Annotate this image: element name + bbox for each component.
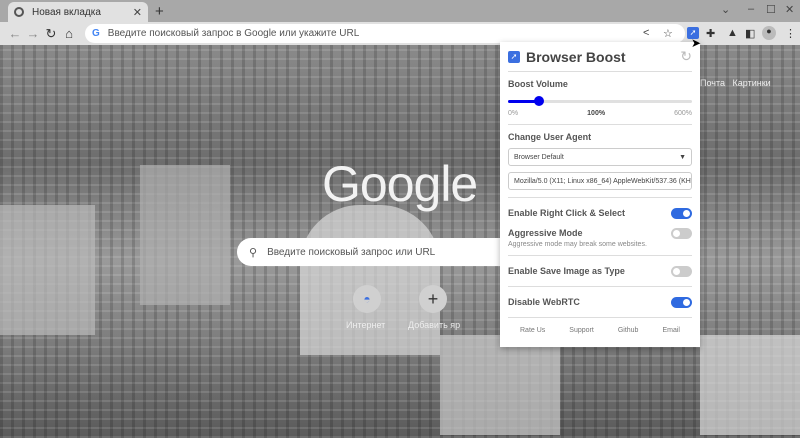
- popup-header: ➚ Browser Boost ↻: [508, 42, 692, 72]
- support-link[interactable]: Support: [569, 327, 594, 334]
- popup-title: Browser Boost: [526, 48, 626, 65]
- background-building: [0, 205, 95, 335]
- home-icon[interactable]: ⌂: [60, 26, 78, 41]
- tab-strip: Новая вкладка ✕ + ⌄ – ☐ ✕: [0, 0, 800, 22]
- search-icon: ⚲: [249, 246, 258, 259]
- toggle-label: Enable Right Click & Select: [508, 208, 626, 218]
- reload-icon[interactable]: ↻: [42, 26, 60, 42]
- new-tab-button[interactable]: +: [155, 3, 164, 20]
- refresh-icon[interactable]: ↻: [680, 48, 692, 65]
- user-agent-label: Change User Agent: [508, 132, 592, 142]
- tab-new-tab[interactable]: Новая вкладка ✕: [8, 2, 148, 22]
- back-icon[interactable]: ←: [6, 26, 24, 41]
- toggles-section-1: Enable Right Click & Select Aggressive M…: [508, 198, 692, 256]
- slider-thumb[interactable]: [533, 96, 544, 106]
- maximize-icon[interactable]: ☐: [766, 3, 776, 16]
- toggles-section-2: Enable Save Image as Type: [508, 256, 692, 287]
- bookmark-star-icon[interactable]: ☆: [663, 27, 673, 40]
- user-agent-section: Change User Agent Browser Default ▼ Mozi…: [508, 125, 692, 198]
- tab-search-icon[interactable]: ⌄: [721, 3, 730, 16]
- tab-title: Новая вкладка: [32, 6, 101, 18]
- shortcut-label: Интернет: [346, 320, 386, 330]
- toggles-section-3: Disable WebRTC: [508, 287, 692, 318]
- aggressive-mode-toggle[interactable]: [671, 227, 692, 239]
- tick-min: 0%: [508, 110, 519, 117]
- google-logo: Google: [322, 156, 478, 212]
- boost-volume-slider[interactable]: [508, 95, 692, 107]
- toggle-row-save-image: Enable Save Image as Type: [508, 263, 692, 279]
- toggle-row-aggressive: Aggressive Mode: [508, 225, 692, 241]
- slider-ticks: 0% 100% 600%: [508, 110, 692, 117]
- plus-icon: +: [427, 288, 439, 309]
- boost-volume-label: Boost Volume: [508, 79, 568, 89]
- google-icon: G: [92, 28, 100, 39]
- toggle-row-webrtc: Disable WebRTC: [508, 294, 692, 310]
- images-link[interactable]: Картинки: [733, 78, 771, 88]
- tick-current: 100%: [587, 110, 606, 117]
- side-panel-icon[interactable]: ◧: [745, 27, 755, 40]
- omnibox-placeholder: Введите поисковый запрос в Google или ук…: [107, 28, 360, 39]
- rocket-icon: ➚: [508, 50, 520, 63]
- close-window-icon[interactable]: ✕: [785, 3, 794, 16]
- email-link[interactable]: Email: [662, 327, 680, 334]
- background-building: [700, 335, 800, 435]
- aggressive-mode-note: Aggressive mode may break some websites.: [508, 241, 647, 248]
- save-image-toggle[interactable]: [671, 265, 692, 277]
- minimize-icon[interactable]: –: [748, 3, 754, 15]
- webrtc-toggle[interactable]: [671, 296, 692, 308]
- close-tab-button[interactable]: ✕: [133, 6, 142, 19]
- forward-icon[interactable]: →: [24, 26, 42, 41]
- mail-link[interactable]: Почта: [700, 78, 725, 88]
- right-click-toggle[interactable]: [671, 207, 692, 219]
- rate-us-link[interactable]: Rate Us: [520, 327, 545, 334]
- shortcut-internet[interactable]: ◓: [353, 285, 381, 313]
- tick-max: 600%: [674, 110, 692, 117]
- extensions-puzzle-icon[interactable]: ✚: [706, 27, 715, 40]
- top-links: Почта Картинки: [700, 78, 771, 88]
- shortcut-label: Добавить яр: [408, 320, 461, 330]
- background-building: [140, 165, 230, 305]
- boost-volume-section: Boost Volume 0% 100% 600%: [508, 72, 692, 125]
- newtab-search-box[interactable]: ⚲ Введите поисковый запрос или URL: [237, 238, 517, 266]
- user-agent-select[interactable]: Browser Default ▼: [508, 148, 692, 166]
- chrome-icon: [14, 7, 24, 17]
- user-agent-selected: Browser Default: [514, 153, 564, 161]
- share-icon[interactable]: <: [643, 27, 649, 39]
- menu-kebab-icon[interactable]: ⋮: [785, 27, 796, 40]
- caret-down-icon: ▼: [679, 153, 686, 161]
- toggle-row-right-click: Enable Right Click & Select: [508, 205, 692, 221]
- popup-footer: Rate Us Support Github Email: [508, 318, 692, 334]
- mouse-cursor-icon: ➤: [691, 36, 702, 50]
- github-link[interactable]: Github: [618, 327, 639, 334]
- user-agent-input[interactable]: Mozilla/5.0 (X11; Linux x86_64) AppleWeb…: [508, 172, 692, 190]
- background-building: [300, 205, 440, 355]
- labs-flask-icon[interactable]: ▲: [727, 27, 738, 39]
- browser-boost-popup: ➚ Browser Boost ↻ Boost Volume 0% 100% 6…: [500, 42, 700, 347]
- omnibox[interactable]: G Введите поисковый запрос в Google или …: [85, 24, 685, 43]
- profile-avatar-icon[interactable]: ●: [762, 26, 776, 40]
- add-shortcut-button[interactable]: +: [419, 285, 447, 313]
- toggle-label: Aggressive Mode: [508, 228, 583, 238]
- background-building: [440, 335, 560, 435]
- speedometer-icon: ◓: [363, 292, 371, 306]
- toggle-label: Enable Save Image as Type: [508, 266, 625, 276]
- toggle-label: Disable WebRTC: [508, 297, 580, 307]
- search-placeholder: Введите поисковый запрос или URL: [267, 246, 436, 258]
